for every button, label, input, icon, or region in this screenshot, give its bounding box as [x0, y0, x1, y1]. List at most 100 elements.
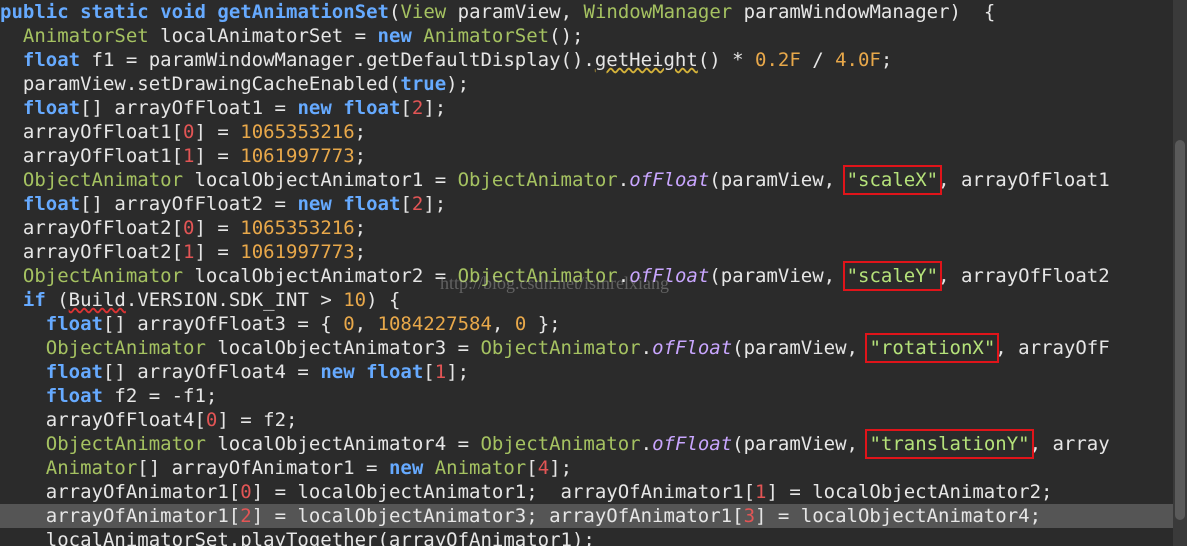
- code-line[interactable]: float f2 = -f1;: [0, 384, 1187, 408]
- code-token: (: [389, 1, 401, 23]
- code-token: ];: [549, 457, 573, 479]
- code-line[interactable]: ObjectAnimator localObjectAnimator1 = Ob…: [0, 165, 1187, 195]
- code-token: ofFloat: [629, 169, 710, 191]
- scrollbar-thumb[interactable]: [1175, 140, 1185, 520]
- code-token: ] =: [194, 241, 241, 263]
- code-token: ];: [423, 193, 447, 215]
- code-token: new: [320, 361, 355, 383]
- code-line[interactable]: float f1 = paramWindowManager.getDefault…: [0, 48, 1187, 72]
- code-token: arrayOfAnimator1[: [45, 481, 241, 503]
- code-token: 0: [205, 409, 218, 431]
- code-token: if: [22, 289, 46, 311]
- code-line[interactable]: paramView.setDrawingCacheEnabled(true);: [0, 72, 1187, 96]
- code-token: () *: [697, 49, 756, 71]
- code-line[interactable]: float[] arrayOfFloat2 = new float[2];: [0, 192, 1187, 216]
- code-token: /: [800, 49, 836, 71]
- code-token: 1: [434, 361, 447, 383]
- code-token: 1061997773: [240, 145, 355, 167]
- code-line[interactable]: arrayOfFloat4[0] = f2;: [0, 408, 1187, 432]
- code-token: 2: [411, 97, 424, 119]
- code-line[interactable]: arrayOfFloat2[0] = 1065353216;: [0, 216, 1187, 240]
- code-token: arrayOfFloat2[: [22, 217, 184, 239]
- code-line[interactable]: ObjectAnimator localObjectAnimator2 = Ob…: [0, 261, 1187, 291]
- code-token: ObjectAnimator: [457, 265, 618, 287]
- code-token: Animator: [45, 457, 138, 479]
- code-token: getHeight: [594, 49, 698, 71]
- code-line[interactable]: public static void getAnimationSet(View …: [0, 0, 1187, 24]
- code-token: (paramView,: [732, 337, 870, 359]
- code-token: ];: [446, 361, 470, 383]
- code-line[interactable]: ObjectAnimator localObjectAnimator3 = Ob…: [0, 333, 1187, 363]
- code-token: ;: [354, 241, 367, 263]
- code-area[interactable]: public static void getAnimationSet(View …: [0, 0, 1187, 546]
- code-token: 1: [183, 145, 195, 167]
- code-token: WindowManager: [583, 1, 733, 23]
- code-token: ;: [354, 145, 367, 167]
- code-token: void: [160, 1, 206, 23]
- code-line[interactable]: localAnimatorSet.playTogether(arrayOfAni…: [0, 528, 1187, 546]
- code-token: ofFloat: [629, 265, 710, 287]
- code-token: ] = f2;: [217, 409, 298, 431]
- code-editor[interactable]: public static void getAnimationSet(View …: [0, 0, 1187, 546]
- code-token: ();: [549, 25, 584, 47]
- code-token: f1 = paramWindowManager.getDefaultDispla…: [80, 49, 595, 71]
- vertical-scrollbar[interactable]: [1173, 0, 1187, 546]
- code-line[interactable]: Animator[] arrayOfAnimator1 = new Animat…: [0, 456, 1187, 480]
- code-token: ;: [354, 121, 367, 143]
- code-token: 3: [743, 505, 756, 527]
- code-token: float: [343, 97, 401, 119]
- code-token: [] arrayOfFloat3 = {: [102, 313, 344, 335]
- code-token: arrayOfFloat1[: [22, 145, 184, 167]
- code-token: .: [640, 433, 653, 455]
- code-token: .VERSION.SDK_INT >: [125, 289, 344, 311]
- code-line[interactable]: ObjectAnimator localObjectAnimator4 = Ob…: [0, 429, 1187, 459]
- code-token: localObjectAnimator3 =: [205, 337, 481, 359]
- code-token: 0: [183, 217, 195, 239]
- code-line[interactable]: arrayOfFloat1[0] = 1065353216;: [0, 120, 1187, 144]
- code-line[interactable]: arrayOfFloat1[1] = 1061997773;: [0, 144, 1187, 168]
- code-token: localAnimatorSet.playTogether(arrayOfAni…: [45, 529, 595, 546]
- code-token: 2: [240, 505, 252, 527]
- code-line[interactable]: float[] arrayOfFloat1 = new float[2];: [0, 96, 1187, 120]
- code-token: float: [45, 385, 103, 407]
- code-token: arrayOfFloat4[: [45, 409, 206, 431]
- code-token: float: [366, 361, 424, 383]
- code-token: );: [446, 73, 470, 95]
- code-token: ,: [491, 313, 515, 335]
- code-token: new: [377, 25, 412, 47]
- code-token: ofFloat: [652, 337, 733, 359]
- code-token: paramView,: [446, 1, 584, 23]
- code-token: localObjectAnimator4 =: [205, 433, 481, 455]
- code-line[interactable]: float[] arrayOfFloat3 = { 0, 1084227584,…: [0, 312, 1187, 336]
- code-token: ObjectAnimator: [22, 265, 184, 287]
- code-line[interactable]: if (Build.VERSION.SDK_INT > 10) {: [0, 288, 1187, 312]
- code-line[interactable]: AnimatorSet localAnimatorSet = new Anima…: [0, 24, 1187, 48]
- code-token: 1084227584: [377, 313, 492, 335]
- code-token: new: [388, 457, 424, 479]
- code-line[interactable]: float[] arrayOfFloat4 = new float[1];: [0, 360, 1187, 384]
- code-token: arrayOfFloat1[: [22, 121, 184, 143]
- code-token: localAnimatorSet =: [148, 25, 378, 47]
- code-token: (paramView,: [709, 169, 847, 191]
- code-token: [] arrayOfAnimator1 =: [137, 457, 389, 479]
- code-token: 0: [514, 313, 527, 335]
- code-line-current[interactable]: arrayOfAnimator1[2] = localObjectAnimato…: [0, 504, 1187, 528]
- code-token: 1065353216: [240, 121, 355, 143]
- code-line[interactable]: arrayOfAnimator1[0] = localObjectAnimato…: [0, 480, 1187, 504]
- code-token: AnimatorSet: [423, 25, 550, 47]
- code-line[interactable]: arrayOfFloat2[1] = 1061997773;: [0, 240, 1187, 264]
- code-token: 1065353216: [240, 217, 355, 239]
